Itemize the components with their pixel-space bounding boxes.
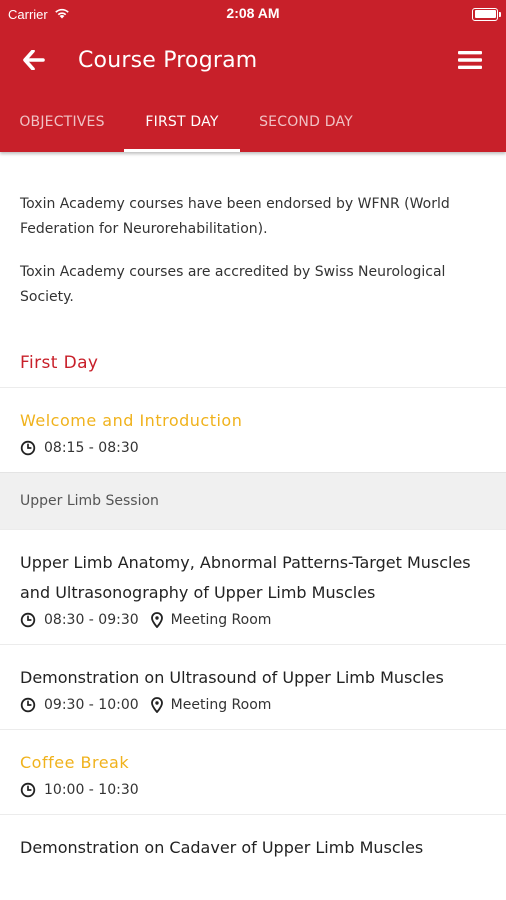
back-button[interactable] (12, 38, 56, 82)
hamburger-menu-icon (458, 51, 482, 69)
schedule-item-demo-ultrasound[interactable]: Demonstration on Ultrasound of Upper Lim… (0, 644, 506, 729)
wifi-icon (54, 7, 70, 22)
schedule-location: Meeting Room (170, 612, 272, 628)
schedule-time: 09:30 - 10:00 (44, 697, 139, 713)
schedule-item-title: Coffee Break (20, 753, 130, 772)
schedule-time: 08:15 - 08:30 (44, 440, 139, 456)
intro-paragraph: Toxin Academy courses have been endorsed… (20, 196, 450, 237)
schedule-time: 08:30 - 09:30 (44, 612, 139, 628)
schedule-item-anatomy[interactable]: Upper Limb Anatomy, Abnormal Patterns-Ta… (0, 529, 506, 644)
schedule-item-welcome[interactable]: Welcome and Introduction 08:15 - 08:30 (0, 387, 506, 472)
clock-icon (20, 697, 36, 713)
schedule-item-title: Welcome and Introduction (20, 411, 243, 430)
schedule-location: Meeting Room (170, 697, 272, 713)
tab-second-day[interactable]: SECOND DAY (240, 92, 372, 152)
status-bar: Carrier 2:08 AM (0, 0, 506, 28)
session-header: Upper Limb Session (0, 472, 506, 529)
schedule-item-meta: 08:15 - 08:30 (20, 440, 486, 456)
section-title: First Day (20, 353, 99, 373)
arrow-left-icon (23, 50, 45, 70)
clock-icon (20, 440, 36, 456)
page-title: Course Program (78, 47, 258, 73)
tab-bar: OBJECTIVES FIRST DAY SECOND DAY (0, 92, 506, 152)
tab-first-day[interactable]: FIRST DAY (124, 92, 240, 152)
schedule-time: 10:00 - 10:30 (44, 782, 139, 798)
carrier-label: Carrier (8, 6, 48, 22)
status-time: 2:08 AM (226, 5, 280, 21)
navigation-bar: Course Program (0, 28, 506, 92)
intro-text: Toxin Academy courses have been endorsed… (0, 152, 506, 310)
schedule-item-meta: 09:30 - 10:00 Meeting Room (20, 697, 486, 713)
battery-icon (472, 7, 501, 21)
schedule-item-meta: 08:30 - 09:30 Meeting Room (20, 612, 486, 628)
tab-objectives[interactable]: OBJECTIVES (0, 92, 124, 152)
schedule-item-title: Demonstration on Cadaver of Upper Limb M… (20, 838, 424, 857)
location-pin-icon (150, 612, 163, 628)
menu-button[interactable] (448, 38, 492, 82)
app-header: Carrier 2:08 AM Course Program OBJECTIVE… (0, 0, 506, 152)
schedule-item-meta: 10:00 - 10:30 (20, 782, 486, 798)
location-pin-icon (150, 697, 163, 713)
clock-icon (20, 612, 36, 628)
schedule-item-title: Demonstration on Ultrasound of Upper Lim… (20, 668, 444, 687)
clock-icon (20, 782, 36, 798)
schedule-item-title: Upper Limb Anatomy, Abnormal Patterns-Ta… (20, 553, 471, 602)
schedule-item-coffee-break[interactable]: Coffee Break 10:00 - 10:30 (0, 729, 506, 814)
intro-paragraph: Toxin Academy courses are accredited by … (20, 264, 446, 305)
schedule-item-demo-cadaver[interactable]: Demonstration on Cadaver of Upper Limb M… (0, 814, 506, 879)
